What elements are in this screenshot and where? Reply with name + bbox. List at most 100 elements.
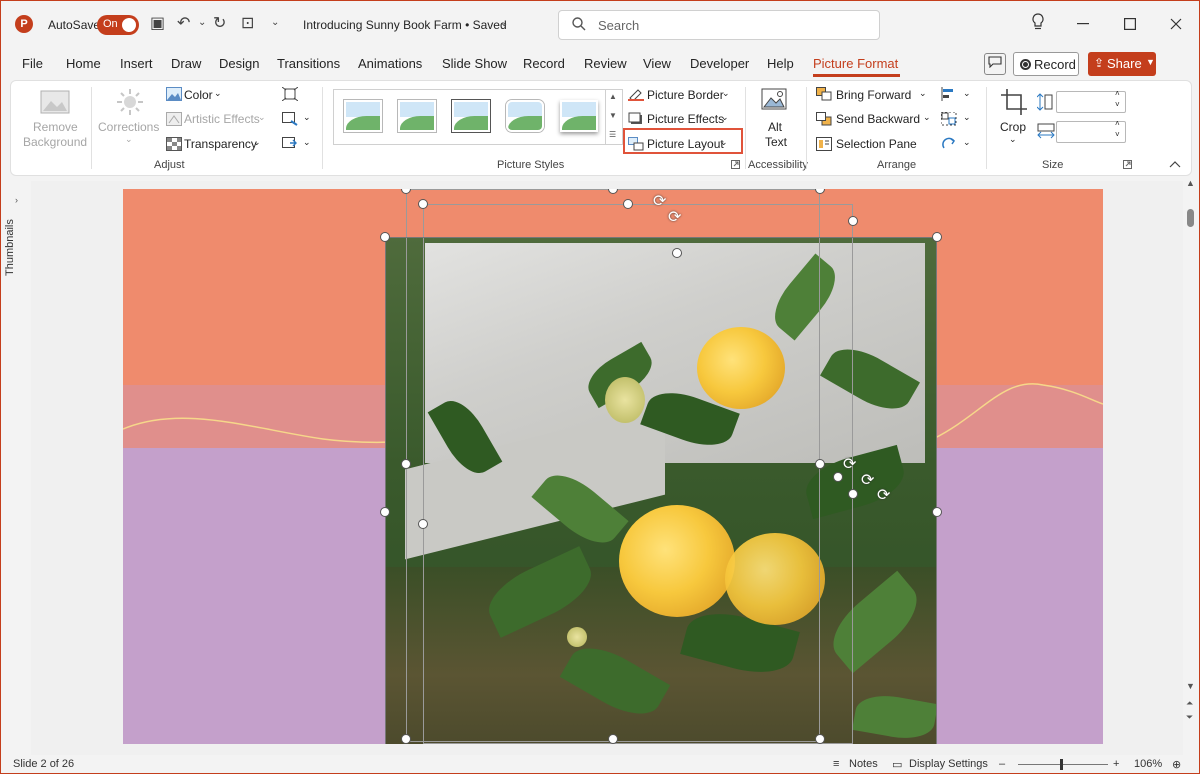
picture-style-5[interactable] [560,100,598,132]
picture-style-3[interactable] [452,100,490,132]
crop-dropdown-icon[interactable]: ⌄ [1009,134,1017,145]
close-icon[interactable] [1170,18,1182,30]
reset-picture-icon[interactable] [282,137,298,151]
send-backward-button[interactable]: Send Backward [836,112,920,126]
send-backward-dropdown-icon[interactable]: ⌄ [923,112,931,123]
tab-review[interactable]: Review [584,56,627,71]
slide[interactable]: ⟳ ⟳ ⟳ ⟳ ⟳ [123,189,1103,744]
present-icon[interactable]: ⊡ [241,13,254,33]
zoom-in-button[interactable]: + [1113,758,1119,770]
rotate-handle-icon[interactable]: ⟳ [877,485,890,505]
picture-styles-launcher-icon[interactable] [731,160,740,169]
scroll-up-icon[interactable]: ▲ [1186,178,1195,188]
tab-slide-show[interactable]: Slide Show [442,56,507,71]
zoom-slider[interactable] [1018,764,1108,765]
scroll-down-icon[interactable]: ▼ [1186,681,1195,691]
title-dropdown-icon[interactable]: ⌄ [500,18,508,29]
group-icon[interactable] [941,112,957,126]
vertical-scrollbar[interactable]: ▲ ▼ ⏶ ⏷ [1183,178,1199,756]
resize-handle[interactable] [401,734,411,744]
gallery-down-icon[interactable]: ▼ [609,111,617,120]
customize-toolbar-icon[interactable]: ⌄ [271,17,279,28]
alt-text-label-2[interactable]: Text [765,135,787,149]
resize-handle[interactable] [401,459,411,469]
width-spin-down-icon[interactable]: ˅ [1115,130,1120,139]
fit-to-window-icon[interactable]: ⊕ [1172,758,1181,771]
resize-handle[interactable] [848,489,858,499]
tab-transitions[interactable]: Transitions [277,56,340,71]
compress-pictures-icon[interactable] [282,87,298,101]
resize-handle[interactable] [418,519,428,529]
rotate-icon[interactable] [941,137,957,151]
redo-icon[interactable]: ↻ [213,13,226,33]
save-icon[interactable]: ▣ [150,13,165,33]
document-title[interactable]: Introducing Sunny Book Farm • Saved [303,18,507,32]
previous-slide-icon[interactable]: ⏶ [1186,698,1193,709]
width-spin-up-icon[interactable]: ˄ [1115,119,1120,128]
gallery-more-icon[interactable]: ☰ [609,130,616,139]
picture-effects-dropdown-icon[interactable]: ⌄ [721,112,729,123]
share-dropdown-icon[interactable]: ▼ [1146,57,1155,67]
tab-view[interactable]: View [643,56,671,71]
tab-home[interactable]: Home [66,56,101,71]
corrections-dropdown-icon[interactable]: ⌄ [125,134,133,145]
picture-effects-button[interactable]: Picture Effects [647,112,724,126]
bring-forward-button[interactable]: Bring Forward [836,88,911,102]
transparency-dropdown-icon[interactable]: ⌄ [253,137,261,148]
zoom-out-button[interactable]: – [999,758,1005,770]
display-settings-icon[interactable]: ▭ [892,758,902,771]
height-spin-down-icon[interactable]: ˅ [1115,100,1120,109]
collapse-ribbon-icon[interactable] [1169,160,1181,168]
height-spin-up-icon[interactable]: ˄ [1115,89,1120,98]
change-picture-dropdown-icon[interactable]: ⌄ [303,112,311,123]
resize-handle[interactable] [815,459,825,469]
tab-developer[interactable]: Developer [690,56,749,71]
notes-button[interactable]: Notes [849,758,878,770]
color-dropdown-icon[interactable]: ⌄ [214,88,222,99]
zoom-level[interactable]: 106% [1134,758,1162,770]
display-settings-button[interactable]: Display Settings [909,758,988,770]
lightbulb-icon[interactable] [1031,13,1045,31]
zoom-slider-thumb[interactable] [1060,759,1063,770]
resize-handle[interactable] [672,248,682,258]
picture-style-1[interactable] [344,100,382,132]
rotate-handle-icon[interactable]: ⟳ [653,191,666,211]
rotate-handle-icon[interactable]: ⟳ [843,454,856,474]
color-button[interactable]: Color [184,88,213,102]
resize-handle[interactable] [608,734,618,744]
resize-handle[interactable] [932,507,942,517]
reset-picture-dropdown-icon[interactable]: ⌄ [303,137,311,148]
tab-help[interactable]: Help [767,56,794,71]
resize-handle[interactable] [833,472,843,482]
resize-handle[interactable] [623,199,633,209]
resize-handle[interactable] [380,507,390,517]
gallery-up-icon[interactable]: ▲ [609,92,617,101]
thumbnails-pane[interactable]: › Thumbnails [1,181,31,756]
next-slide-icon[interactable]: ⏷ [1186,712,1193,723]
autosave-toggle[interactable]: On [97,15,139,35]
rotate-handle-icon[interactable]: ⟳ [668,207,681,227]
picture-style-2[interactable] [398,100,436,132]
rotate-handle-icon[interactable]: ⟳ [861,470,874,490]
notes-icon[interactable]: ≡ [833,758,839,770]
align-dropdown-icon[interactable]: ⌄ [963,88,971,99]
group-dropdown-icon[interactable]: ⌄ [963,112,971,123]
remove-background-label-1[interactable]: Remove [33,120,78,134]
resize-handle[interactable] [418,199,428,209]
scrollbar-thumb[interactable] [1187,209,1194,227]
tab-file[interactable]: File [22,56,43,71]
bring-forward-dropdown-icon[interactable]: ⌄ [919,88,927,99]
tab-picture-format[interactable]: Picture Format [813,56,898,71]
change-picture-icon[interactable] [282,112,298,126]
align-icon[interactable] [941,87,957,101]
minimize-icon[interactable] [1077,23,1089,25]
picture-style-4[interactable] [506,100,544,132]
record-button[interactable]: Record [1013,52,1079,76]
tab-record[interactable]: Record [523,56,565,71]
picture-border-button[interactable]: Picture Border [647,88,724,102]
corrections-label[interactable]: Corrections [98,120,159,134]
picture-border-dropdown-icon[interactable]: ⌄ [722,88,730,99]
artistic-effects-dropdown-icon[interactable]: ⌄ [258,112,266,123]
artistic-effects-button[interactable]: Artistic Effects [184,112,260,126]
rotate-dropdown-icon[interactable]: ⌄ [963,137,971,148]
